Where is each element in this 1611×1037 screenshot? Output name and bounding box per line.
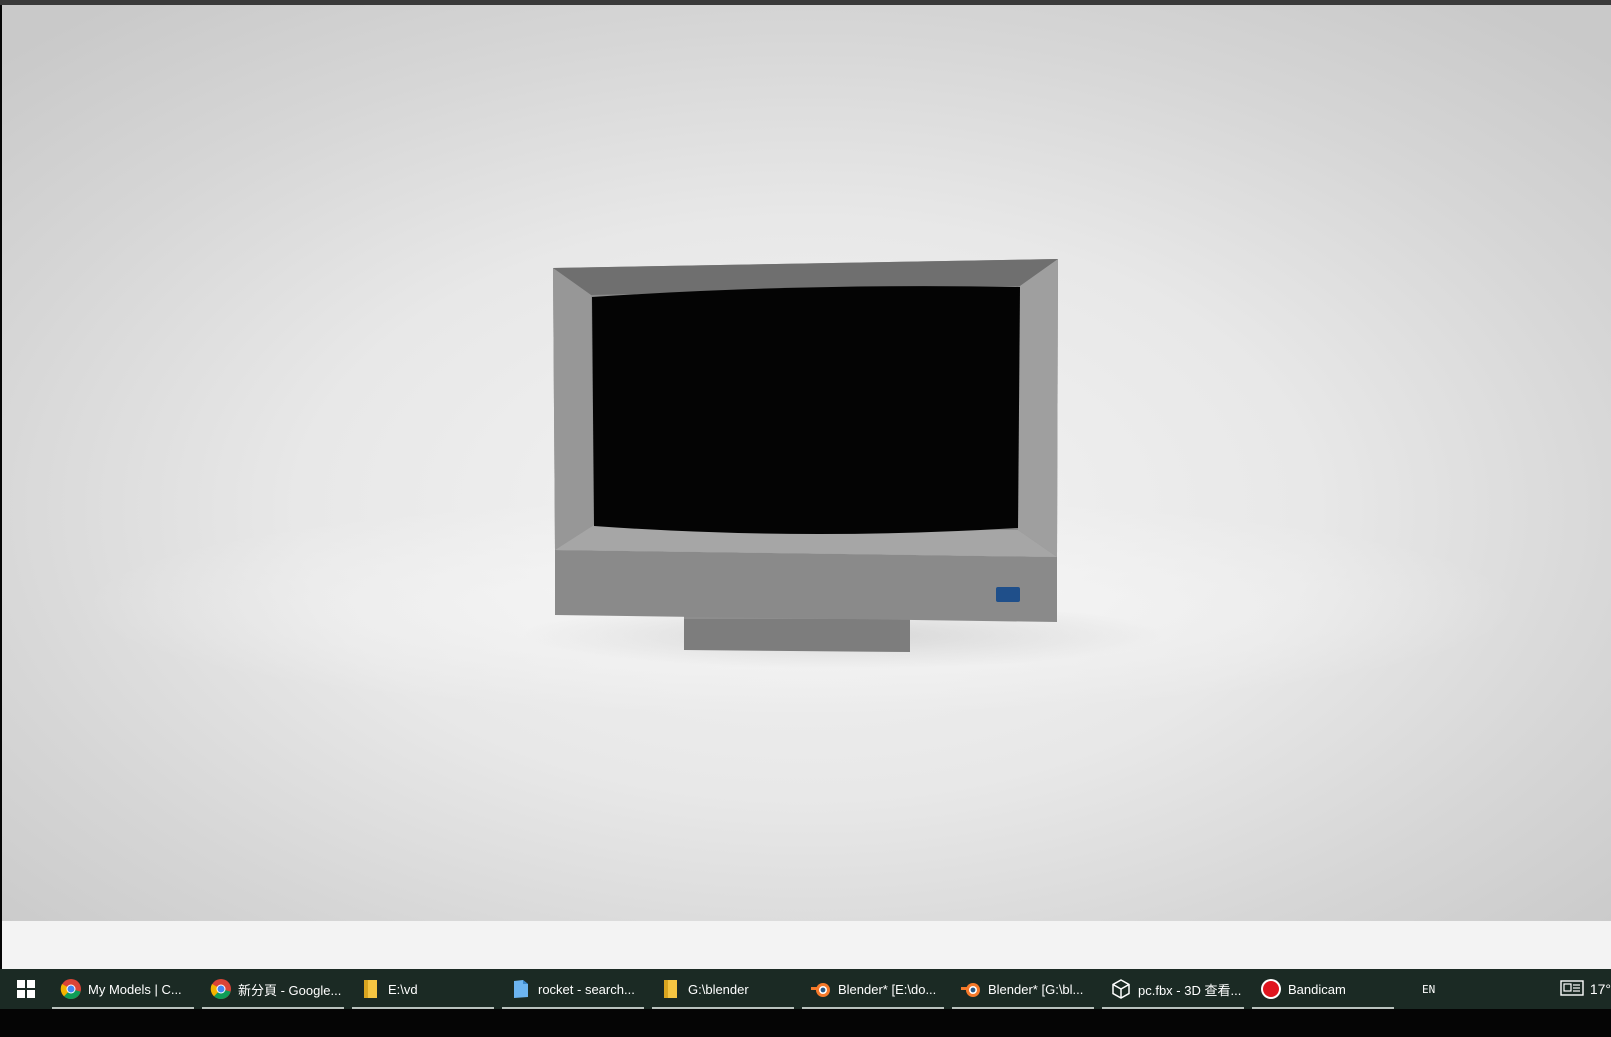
taskbar-item-label: Bandicam [1288,981,1346,997]
taskbar-item-blender-e[interactable]: Blender* [E:\do... [802,969,944,1009]
3d-viewer-icon [1110,978,1132,1000]
power-button-indicator [996,587,1020,602]
blender-icon [960,978,982,1000]
3d-viewport[interactable] [2,5,1611,921]
chrome-icon [60,978,82,1000]
blender-icon [810,978,832,1000]
screen-bottom-edge [0,1009,1611,1037]
language-indicator[interactable]: EN [1422,983,1435,996]
viewer-footer [2,921,1611,969]
taskbar: My Models | C... 新分頁 - Google... E:\vd r… [0,969,1611,1009]
monitor-model [82,259,1522,715]
monitor-stand [684,617,910,652]
taskbar-item-label: Blender* [E:\do... [838,981,937,997]
start-button[interactable] [0,969,52,1009]
taskbar-item-label: rocket - search... [538,981,635,997]
taskbar-item-label: 新分頁 - Google... [238,982,342,998]
taskbar-item-chrome-models[interactable]: My Models | C... [52,969,194,1009]
monitor-chassis [555,550,1057,622]
temperature-readout[interactable]: 17° [1590,981,1611,997]
taskbar-item-label: E:\vd [388,981,418,997]
desktop-screen: My Models | C... 新分頁 - Google... E:\vd r… [0,0,1611,1037]
news-weather-icon[interactable] [1560,979,1584,1000]
taskbar-item-label: pc.fbx - 3D 查看... [1138,982,1242,998]
taskbar-item-bandicam[interactable]: Bandicam [1252,969,1394,1009]
chrome-icon [210,978,232,1000]
folder-icon [360,978,382,1000]
folder-icon [660,978,682,1000]
taskbar-item-label: G:\blender [688,981,749,997]
taskbar-item-explorer-blender[interactable]: G:\blender [652,969,794,1009]
file-icon [510,978,532,1000]
taskbar-item-chrome-newtab[interactable]: 新分頁 - Google... [202,969,344,1009]
taskbar-item-label: My Models | C... [88,981,182,997]
windows-icon [17,980,35,998]
system-tray: 17° [1560,969,1611,1009]
taskbar-item-rocket-search[interactable]: rocket - search... [502,969,644,1009]
bandicam-icon [1260,978,1282,1000]
taskbar-item-explorer-vd[interactable]: E:\vd [352,969,494,1009]
taskbar-item-3d-viewer[interactable]: pc.fbx - 3D 查看... [1102,969,1244,1009]
taskbar-item-blender-g[interactable]: Blender* [G:\bl... [952,969,1094,1009]
monitor-screen [592,286,1020,535]
taskbar-item-label: Blender* [G:\bl... [988,981,1084,997]
